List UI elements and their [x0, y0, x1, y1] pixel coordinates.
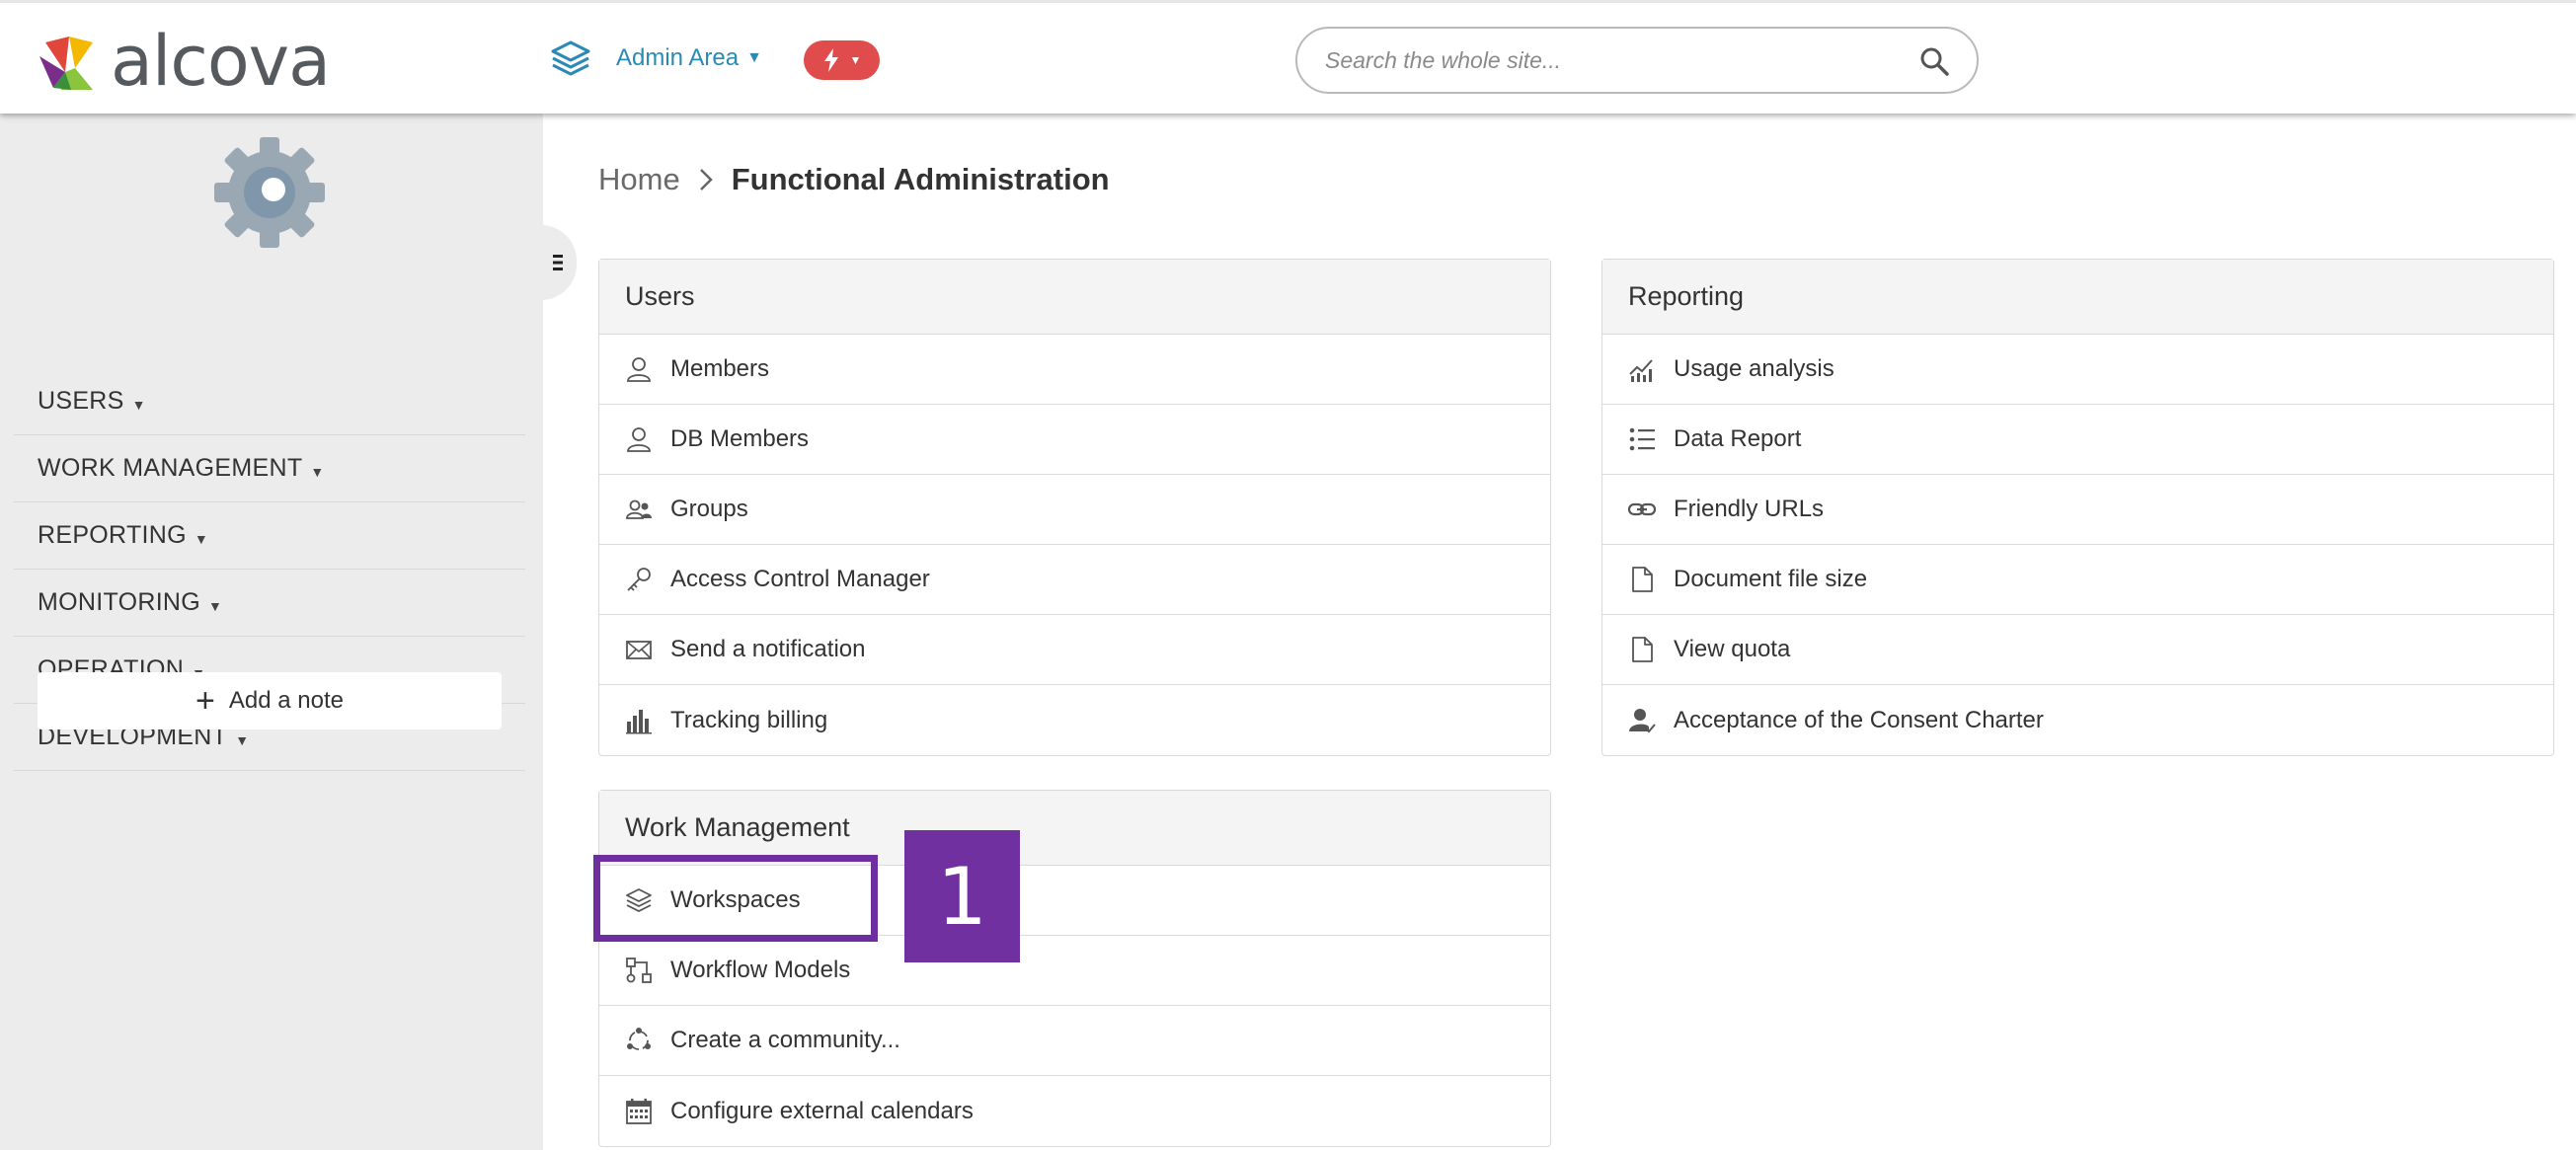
sidebar-item-reporting[interactable]: REPORTING ▼ [14, 502, 525, 570]
admin-area-menu[interactable]: Admin Area ▼ [549, 37, 762, 80]
sidebar-item-users[interactable]: USERS ▼ [14, 368, 525, 435]
line-chart-icon [1626, 353, 1658, 385]
panel-title: Reporting [1602, 260, 2553, 335]
alcova-logo[interactable]: alcova [36, 21, 331, 102]
group-icon [623, 494, 655, 525]
caret-down-icon: ▼ [235, 731, 250, 748]
sidebar-toggle[interactable] [541, 225, 577, 300]
link-document-file-size[interactable]: Document file size [1602, 545, 2553, 615]
envelope-icon [623, 634, 655, 665]
sidebar: USERS ▼ WORK MANAGEMENT ▼ REPORTING ▼ MONIT… [0, 114, 543, 1150]
user-icon [623, 423, 655, 455]
quick-actions-button[interactable]: ▼ [804, 40, 880, 80]
chevron-down-icon: ▼ [746, 49, 762, 66]
breadcrumb-home[interactable]: Home [598, 162, 680, 197]
menu-collapse-icon [553, 255, 563, 270]
panel-title: Users [599, 260, 1550, 335]
chevron-right-icon [699, 169, 713, 191]
reporting-panel: Reporting Usage analysis Data Report Fri… [1601, 259, 2554, 756]
link-icon [1626, 494, 1658, 525]
caret-down-icon: ▼ [131, 396, 146, 413]
plus-icon: + [195, 682, 215, 720]
link-members[interactable]: Members [599, 335, 1550, 405]
caret-down-icon: ▼ [208, 597, 223, 614]
caret-down-icon: ▼ [194, 530, 209, 547]
workspaces-highlight [593, 855, 878, 942]
user-check-icon [1626, 705, 1658, 736]
user-icon [623, 353, 655, 385]
page-title: Functional Administration [731, 162, 1110, 196]
document-icon [1626, 564, 1658, 595]
logo-mark-icon [39, 37, 93, 90]
search-input[interactable] [1325, 38, 1878, 82]
logo-text: alcova [111, 21, 331, 102]
gear-icon [214, 137, 325, 248]
link-consent-charter[interactable]: Acceptance of the Consent Charter [1602, 685, 2553, 755]
link-view-quota[interactable]: View quota [1602, 615, 2553, 685]
community-icon [623, 1025, 655, 1056]
link-access-control-manager[interactable]: Access Control Manager [599, 545, 1550, 615]
document-icon [1626, 634, 1658, 665]
add-note-button[interactable]: + Add a note [38, 672, 502, 729]
sidebar-item-work-management[interactable]: WORK MANAGEMENT ▼ [14, 435, 525, 502]
bar-chart-icon [623, 705, 655, 736]
link-groups[interactable]: Groups [599, 475, 1550, 545]
link-configure-external-calendars[interactable]: Configure external calendars [599, 1076, 1550, 1146]
layers-icon [551, 40, 590, 76]
lightning-icon [823, 48, 838, 72]
link-friendly-urls[interactable]: Friendly URLs [1602, 475, 2553, 545]
step-number-badge: 1 [904, 830, 1020, 962]
caret-down-icon: ▼ [310, 463, 325, 480]
top-header: alcova Admin Area ▼ ▼ [0, 0, 2576, 114]
list-icon [1626, 423, 1658, 455]
search-icon[interactable] [1917, 44, 1951, 78]
site-search[interactable] [1295, 27, 1979, 94]
workflow-icon [623, 955, 655, 986]
link-create-community[interactable]: Create a community... [599, 1006, 1550, 1076]
breadcrumb: Home Functional Administration [598, 162, 1110, 197]
link-usage-analysis[interactable]: Usage analysis [1602, 335, 2553, 405]
sidebar-item-monitoring[interactable]: MONITORING ▼ [14, 570, 525, 637]
key-icon [623, 564, 655, 595]
link-tracking-billing[interactable]: Tracking billing [599, 685, 1550, 755]
link-workflow-models[interactable]: Workflow Models [599, 936, 1550, 1006]
work-management-panel: Work Management Workspaces Workflow Mode… [598, 790, 1551, 1147]
link-data-report[interactable]: Data Report [1602, 405, 2553, 475]
link-send-notification[interactable]: Send a notification [599, 615, 1550, 685]
calendar-icon [623, 1096, 655, 1127]
admin-area-label: Admin Area [616, 44, 740, 71]
chevron-down-icon: ▼ [849, 53, 862, 67]
users-panel: Users Members DB Members Groups Access C… [598, 259, 1551, 756]
link-db-members[interactable]: DB Members [599, 405, 1550, 475]
